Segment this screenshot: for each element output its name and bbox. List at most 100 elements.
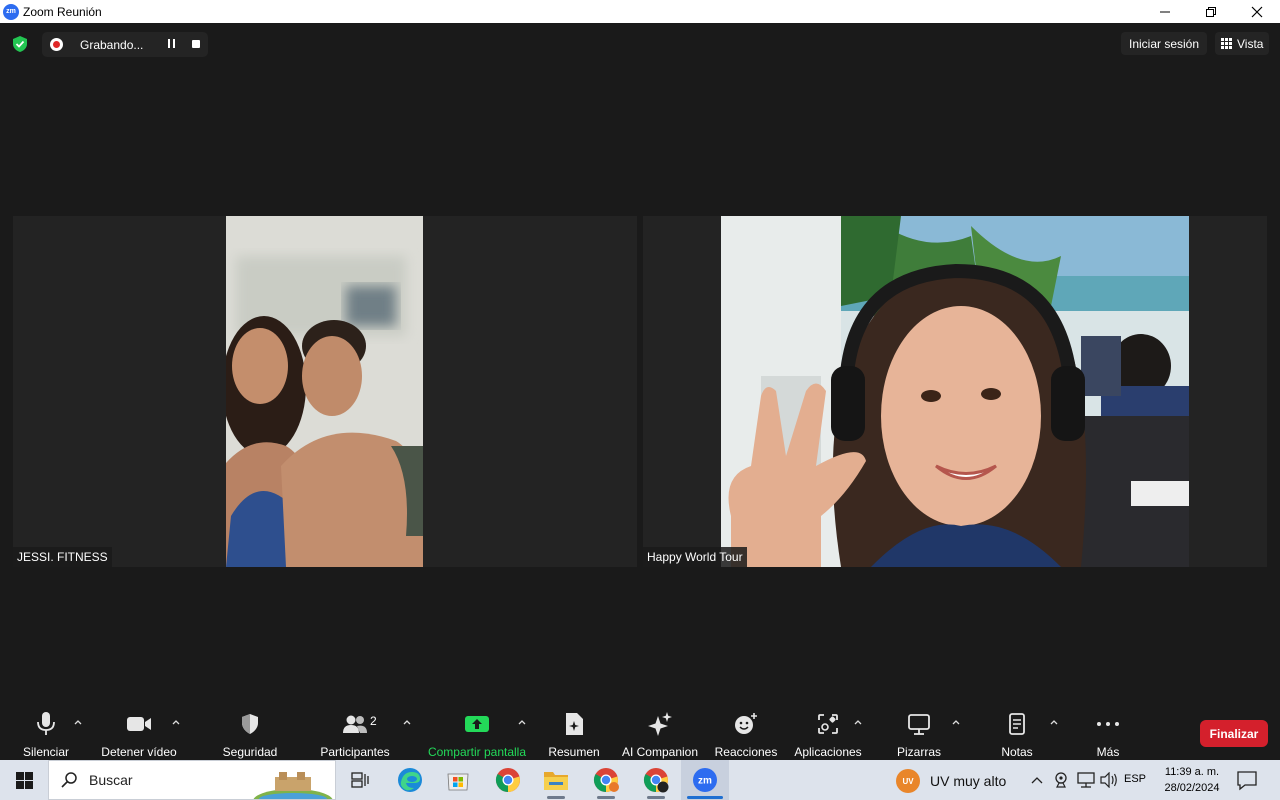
- search-icon: [61, 772, 77, 788]
- edge-taskbar-button[interactable]: [386, 760, 434, 800]
- participant-name: Happy World Tour: [643, 547, 747, 567]
- participant-tile[interactable]: Happy World Tour: [643, 216, 1267, 567]
- view-label: Vista: [1237, 36, 1264, 51]
- sparkle-icon: [648, 712, 672, 736]
- video-frame-couple: [216, 216, 425, 567]
- chevron-up-icon[interactable]: [853, 717, 863, 727]
- share-screen-button[interactable]: Compartir pantalla: [424, 705, 530, 760]
- chevron-up-icon[interactable]: [517, 717, 527, 727]
- more-label: Más: [1096, 745, 1120, 759]
- webcam-icon: [1055, 772, 1067, 788]
- mute-label: Silenciar: [22, 745, 70, 759]
- mute-button[interactable]: Silenciar: [18, 705, 74, 760]
- start-button[interactable]: [0, 760, 48, 800]
- chrome-browser-icon: [593, 768, 619, 792]
- emoji-plus-icon: [735, 713, 757, 734]
- chevron-up-icon[interactable]: [171, 717, 181, 727]
- input-language-indicator[interactable]: ESP: [1124, 773, 1146, 785]
- security-label: Seguridad: [222, 745, 278, 759]
- chrome-browser-icon: [495, 768, 520, 792]
- participant-tile[interactable]: JESSI. FITNESS: [13, 216, 637, 567]
- pause-recording-button[interactable]: [165, 39, 177, 51]
- windows-taskbar: Buscar zm UV UV muy alto ESP 11:39 a. m.…: [0, 760, 1280, 800]
- more-dots-icon: [1097, 722, 1119, 726]
- reactions-button[interactable]: Reacciones: [714, 705, 778, 760]
- chrome-browser-icon: [643, 768, 669, 793]
- microsoft-store-icon: [447, 773, 469, 791]
- window-titlebar: zm Zoom Reunión: [0, 0, 1280, 23]
- chevron-up-icon[interactable]: [402, 717, 412, 727]
- zoom-app-icon: zm: [693, 768, 717, 792]
- search-placeholder: Buscar: [89, 772, 133, 788]
- notes-icon: [1009, 713, 1025, 735]
- meeting-toolbar: Silenciar Detener vídeo Seguridad 2 Part…: [0, 705, 1280, 760]
- file-explorer-taskbar-button[interactable]: [532, 760, 580, 800]
- windows-logo-icon: [15, 771, 33, 789]
- participant-video: [216, 216, 425, 567]
- more-button[interactable]: Más: [1086, 705, 1130, 760]
- recording-indicator: Grabando...: [42, 32, 208, 57]
- chrome-profile-taskbar-button[interactable]: [582, 760, 630, 800]
- task-view-icon: [351, 772, 369, 788]
- apps-icon: [818, 714, 838, 734]
- apps-label: Aplicaciones: [794, 745, 862, 759]
- share-screen-label: Compartir pantalla: [427, 745, 527, 759]
- taskbar-search-input[interactable]: Buscar: [48, 760, 336, 800]
- share-screen-icon: [465, 716, 489, 732]
- chrome-taskbar-button[interactable]: [484, 760, 532, 800]
- recording-label: Grabando...: [80, 37, 144, 52]
- clock-date: 28/02/2024: [1164, 782, 1220, 794]
- show-hidden-icons-button[interactable]: [1028, 760, 1046, 800]
- meet-now-button[interactable]: [1052, 760, 1070, 800]
- recording-dot-icon: [50, 38, 63, 51]
- store-taskbar-button[interactable]: [434, 760, 482, 800]
- search-highlight-image: [253, 772, 333, 799]
- weather-widget[interactable]: UV UV muy alto: [896, 769, 1006, 793]
- close-button[interactable]: [1234, 0, 1280, 23]
- zoom-logo-icon: zm: [3, 3, 19, 20]
- zoom-taskbar-button[interactable]: zm: [681, 760, 729, 800]
- security-button[interactable]: Seguridad: [220, 705, 280, 760]
- signin-button[interactable]: Iniciar sesión: [1121, 32, 1208, 55]
- chrome-profile-taskbar-button[interactable]: [632, 760, 680, 800]
- whiteboards-button[interactable]: Pizarras: [892, 705, 946, 760]
- restore-button[interactable]: [1188, 0, 1234, 23]
- taskbar-clock[interactable]: 11:39 a. m. 28/02/2024: [1152, 764, 1232, 796]
- network-button[interactable]: [1076, 760, 1096, 800]
- participants-icon: [343, 715, 367, 733]
- stop-recording-button[interactable]: [192, 40, 200, 48]
- meeting-topbar: Grabando... Iniciar sesión Vista: [0, 23, 1280, 63]
- participants-count: 2: [370, 714, 377, 728]
- volume-button[interactable]: [1100, 760, 1118, 800]
- summary-button[interactable]: Resumen: [544, 705, 604, 760]
- network-ethernet-icon: [1077, 772, 1095, 788]
- reactions-label: Reacciones: [714, 745, 778, 759]
- minimize-button[interactable]: [1142, 0, 1188, 23]
- notifications-icon[interactable]: [1236, 769, 1258, 791]
- participants-label: Participantes: [320, 745, 390, 759]
- apps-button[interactable]: Aplicaciones: [792, 705, 864, 760]
- task-view-button[interactable]: [336, 760, 384, 800]
- participant-name: JESSI. FITNESS: [13, 547, 112, 567]
- video-camera-icon: [127, 717, 151, 731]
- stop-video-button[interactable]: Detener vídeo: [96, 705, 182, 760]
- participants-button[interactable]: 2 Participantes: [318, 705, 392, 760]
- whiteboard-icon: [908, 714, 930, 735]
- grid-view-icon: [1221, 38, 1232, 49]
- video-frame-woman: [721, 216, 1189, 567]
- restore-icon: [1206, 6, 1216, 17]
- document-sparkle-icon: [566, 713, 583, 735]
- close-icon: [1251, 6, 1263, 17]
- end-meeting-button[interactable]: Finalizar: [1200, 720, 1268, 747]
- minimize-icon: [1160, 11, 1170, 12]
- clock-time: 11:39 a. m.: [1164, 766, 1220, 778]
- chevron-up-icon[interactable]: [951, 717, 961, 727]
- whiteboards-label: Pizarras: [896, 745, 941, 759]
- notes-button[interactable]: Notas: [992, 705, 1042, 760]
- ai-companion-button[interactable]: AI Companion: [618, 705, 702, 760]
- security-shield-icon[interactable]: [11, 35, 29, 53]
- view-button[interactable]: Vista: [1215, 32, 1270, 55]
- window-controls: [1142, 0, 1280, 23]
- chevron-up-icon[interactable]: [1049, 717, 1059, 727]
- chevron-up-icon[interactable]: [73, 717, 83, 727]
